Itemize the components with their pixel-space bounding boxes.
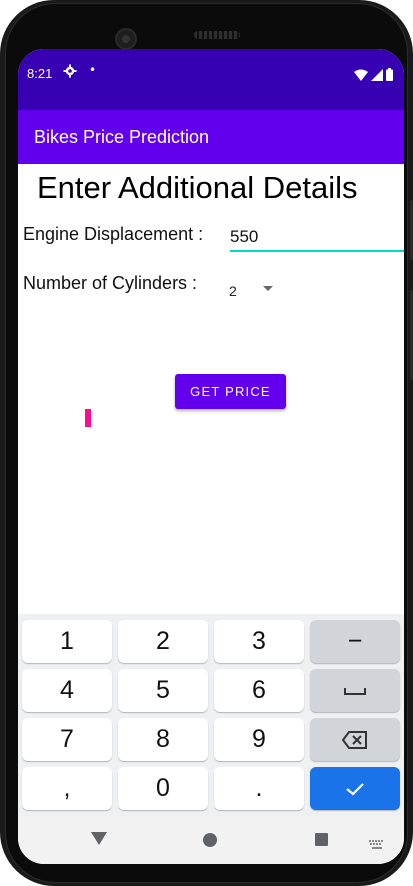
space-icon <box>344 687 366 695</box>
key-3[interactable]: 3 <box>214 620 304 663</box>
back-icon[interactable] <box>91 832 107 845</box>
engine-displacement-input[interactable] <box>230 224 404 252</box>
cylinders-dropdown[interactable]: 2 <box>229 279 289 303</box>
speaker-grille <box>194 31 240 39</box>
check-icon <box>346 782 364 795</box>
settings-gear-icon <box>63 64 77 82</box>
status-icons <box>354 66 393 85</box>
notification-dot-icon: • <box>89 63 97 77</box>
signal-icon <box>371 66 383 85</box>
form-content: Enter Additional Details Engine Displace… <box>18 164 404 614</box>
result-marker <box>85 409 91 427</box>
wifi-icon <box>354 66 368 85</box>
cylinders-label: Number of Cylinders : <box>23 273 198 293</box>
key-7[interactable]: 7 <box>22 718 112 761</box>
battery-icon <box>386 66 393 85</box>
app-title: Bikes Price Prediction <box>34 127 210 147</box>
key-2[interactable]: 2 <box>118 620 208 663</box>
key-backspace[interactable] <box>310 718 400 761</box>
status-bar: 8:21 • <box>18 49 404 110</box>
keyboard-switch-icon[interactable] <box>369 835 385 849</box>
key-5[interactable]: 5 <box>118 669 208 712</box>
key-space[interactable] <box>310 669 400 712</box>
device-frame: 8:21 • Bikes Price Prediction Enter Addi… <box>0 0 413 886</box>
key-1[interactable]: 1 <box>22 620 112 663</box>
key-done[interactable] <box>310 767 400 810</box>
cylinders-selected-value: 2 <box>229 283 237 299</box>
key-period[interactable]: . <box>214 767 304 810</box>
numeric-keyboard: 1 2 3 − 4 5 6 7 8 9 , 0 . <box>18 614 404 816</box>
key-6[interactable]: 6 <box>214 669 304 712</box>
key-0[interactable]: 0 <box>118 767 208 810</box>
key-9[interactable]: 9 <box>214 718 304 761</box>
page-title: Enter Additional Details <box>37 170 358 205</box>
status-time: 8:21 <box>27 66 53 81</box>
key-8[interactable]: 8 <box>118 718 208 761</box>
camera-icon <box>115 28 137 50</box>
home-icon[interactable] <box>203 833 217 847</box>
navigation-bar <box>18 816 404 864</box>
engine-displacement-label: Engine Displacement : <box>23 224 204 244</box>
key-4[interactable]: 4 <box>22 669 112 712</box>
recents-icon[interactable] <box>315 833 328 846</box>
app-bar: Bikes Price Prediction <box>18 110 404 164</box>
backspace-icon <box>342 730 367 749</box>
key-minus[interactable]: − <box>310 620 400 663</box>
key-comma[interactable]: , <box>22 767 112 810</box>
get-price-button[interactable]: GET PRICE <box>175 374 286 409</box>
screen: 8:21 • Bikes Price Prediction Enter Addi… <box>18 49 404 864</box>
dropdown-arrow-icon <box>263 286 273 291</box>
